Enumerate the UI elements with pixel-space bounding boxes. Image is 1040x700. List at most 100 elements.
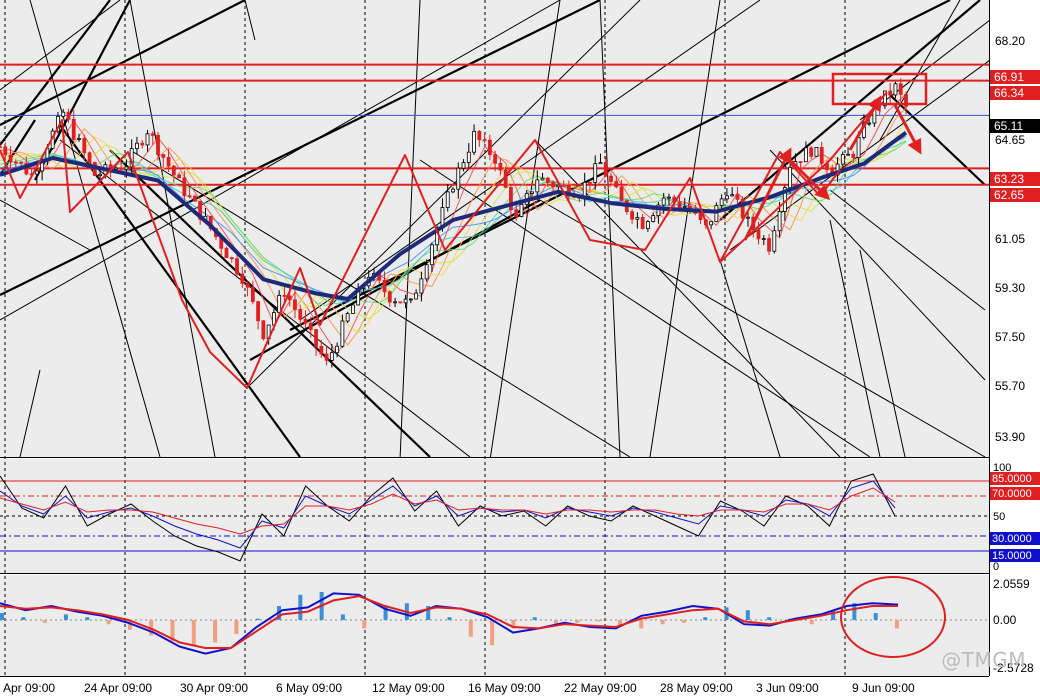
candle-body [161, 154, 166, 158]
time-tick: 12 May 09:00 [372, 681, 445, 695]
candle-body [414, 292, 419, 300]
price-tick: 61.05 [995, 232, 1025, 246]
candle-body [740, 198, 745, 219]
candle-body [730, 194, 735, 197]
candle-body [66, 111, 71, 120]
candle-body [398, 301, 403, 304]
candle-body [677, 201, 682, 208]
price-tag-66-34: 66.34 [990, 86, 1040, 100]
candle-body [408, 298, 413, 301]
macd-histogram-bar [255, 618, 260, 620]
time-tick: 30 Apr 09:00 [180, 681, 248, 695]
candle-body [119, 167, 124, 170]
candle-body [0, 146, 2, 149]
candle-body [287, 295, 292, 301]
candle-body [840, 154, 845, 165]
candle-body [393, 301, 397, 304]
osc-level-tag-70: 70.0000 [990, 487, 1040, 500]
candle-body [135, 142, 139, 149]
candle-body [651, 215, 656, 222]
candle-body [87, 152, 92, 163]
candle-body [682, 206, 687, 208]
osc-tick: 0 [993, 561, 999, 573]
osc-level-tag-15: 15.0000 [990, 549, 1040, 562]
candle-body [535, 179, 540, 193]
candle-body [430, 244, 434, 266]
macd-histogram-bar [234, 620, 239, 634]
candle-body [150, 133, 155, 136]
candle-body [804, 147, 808, 163]
candle-body [71, 118, 76, 140]
price-tick: 55.70 [995, 379, 1025, 393]
price-tag-label: 62.65 [994, 188, 1024, 202]
candle-body [714, 205, 719, 223]
time-tick: 9 Jun 09:00 [852, 681, 915, 695]
candle-body [709, 221, 714, 226]
macd-histogram-bar [745, 610, 750, 620]
candle-body [329, 352, 334, 361]
macd-histogram-bar [596, 620, 601, 622]
candle-body [451, 188, 455, 193]
price-tag-63-23: 63.23 [990, 172, 1040, 186]
candle-body [177, 174, 181, 179]
macd-histogram-bar [21, 617, 26, 620]
price-tag-label: 63.23 [994, 172, 1024, 186]
candle-body [124, 166, 129, 170]
candle-body [250, 286, 255, 303]
price-tick: 53.90 [995, 430, 1025, 444]
price-tag-label: 66.34 [994, 86, 1024, 100]
candle-body [235, 258, 239, 275]
macd-histogram-bar [681, 620, 686, 623]
candle-body [171, 165, 176, 176]
candle-body [761, 238, 766, 240]
candle-body [530, 191, 534, 194]
candle-body [635, 217, 640, 220]
candle-body [424, 264, 429, 280]
macd-histogram-bar [532, 617, 537, 620]
candle-body [387, 291, 392, 303]
candle-body [182, 177, 187, 197]
candle-body [667, 196, 671, 199]
macd-histogram-bar [191, 620, 196, 646]
candle-body [261, 320, 266, 340]
time-tick: 16 May 09:00 [468, 681, 541, 695]
macd-panel[interactable] [0, 575, 989, 676]
osc-tick: 50 [993, 511, 1005, 523]
candle-body [619, 186, 624, 201]
macd-histogram-bar [63, 614, 68, 620]
candle-body [645, 221, 650, 230]
candle-body [187, 195, 192, 198]
time-tick: 28 May 09:00 [660, 681, 733, 695]
macd-histogram-bar [767, 617, 772, 620]
candle-body [725, 195, 729, 200]
candle-body [140, 142, 145, 146]
candle-body [814, 147, 819, 157]
price-tick: 64.65 [995, 133, 1025, 147]
candle-body [340, 320, 345, 347]
candle-body [240, 273, 245, 284]
osc-level-label: 85.0000 [992, 473, 1032, 485]
candle-body [888, 90, 893, 96]
macd-histogram-bar [895, 620, 899, 629]
candle-body [8, 154, 13, 163]
candle-body [3, 146, 8, 156]
candle-body [13, 161, 18, 164]
macd-histogram-bar [340, 614, 345, 620]
osc-level-tag-30: 30.0000 [990, 532, 1040, 545]
candle-body [630, 211, 634, 220]
trading-chart[interactable]: 68.20 64.65 61.05 59.30 57.50 55.70 53.9… [0, 0, 1040, 700]
macd-histogram-bar [468, 620, 473, 637]
price-tag-65-11: 65.11 [990, 119, 1040, 133]
candle-body [772, 230, 777, 252]
candle-body [61, 111, 66, 117]
candle-body [498, 162, 503, 171]
candle-body [551, 182, 555, 188]
time-tick: 24 Apr 09:00 [84, 681, 152, 695]
candle-body [466, 151, 471, 163]
time-tick: 22 May 09:00 [564, 681, 637, 695]
candle-body [698, 212, 703, 221]
macd-histogram-bar [0, 613, 4, 620]
candle-body [788, 166, 793, 189]
osc-level-tag-85: 85.0000 [990, 472, 1040, 485]
candle-body [777, 211, 782, 232]
